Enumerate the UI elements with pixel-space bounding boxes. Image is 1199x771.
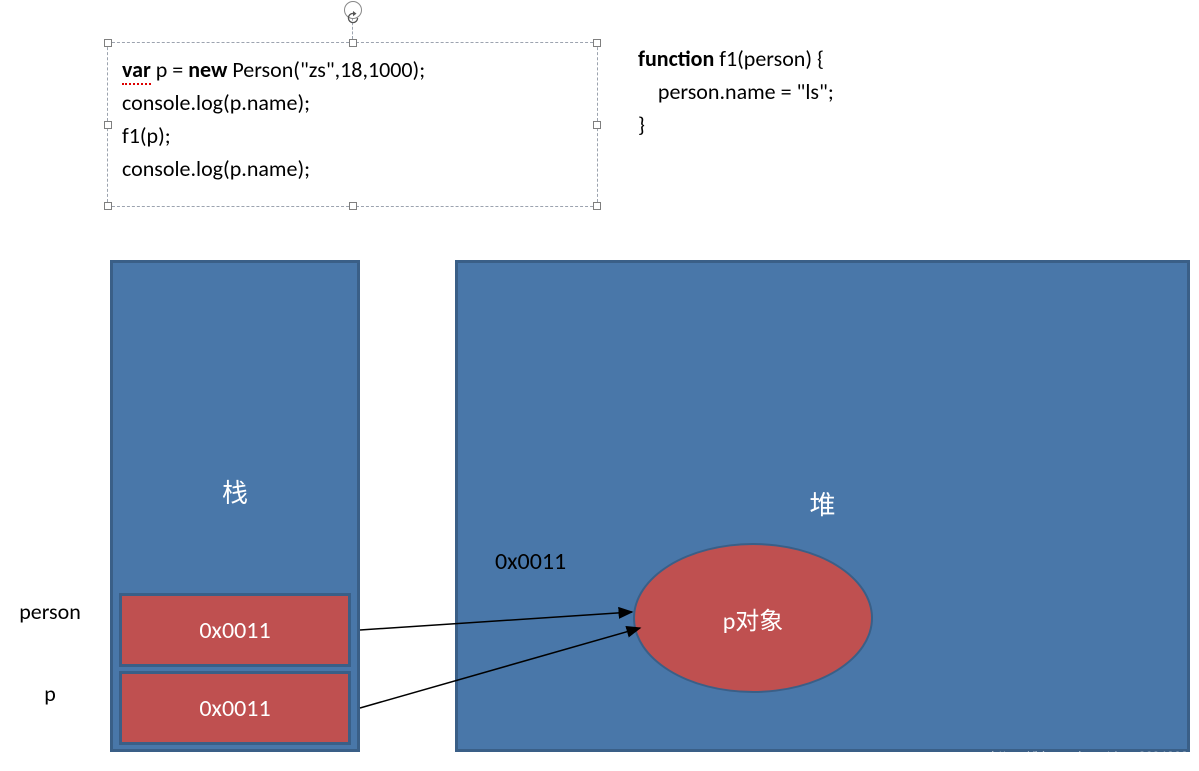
- stack-slot-person: 0x0011: [119, 593, 351, 667]
- code-block-left[interactable]: var p = new Person("zs",18,1000); consol…: [107, 42, 598, 207]
- code-line-2: person.name = "ls";: [638, 75, 834, 108]
- code-line-1: var p = new Person("zs",18,1000);: [122, 53, 583, 86]
- resize-handle-icon[interactable]: [593, 202, 601, 210]
- resize-handle-icon[interactable]: [593, 121, 601, 129]
- stack-slot-person-value: 0x0011: [199, 616, 270, 645]
- stack-label: 栈: [113, 473, 357, 510]
- resize-handle-icon[interactable]: [593, 39, 601, 47]
- resize-handle-icon[interactable]: [104, 39, 112, 47]
- code-line-3: }: [638, 108, 834, 141]
- code-line-3: f1(p);: [122, 119, 583, 152]
- resize-handle-icon[interactable]: [104, 121, 112, 129]
- keyword-var: var: [122, 56, 151, 85]
- resize-handle-icon[interactable]: [104, 202, 112, 210]
- heap-object-p: p对象: [633, 543, 873, 693]
- code-block-right: function f1(person) { person.name = "ls"…: [638, 42, 834, 141]
- stack-slot-p: 0x0011: [119, 671, 351, 745]
- code-line-4: console.log(p.name);: [122, 152, 583, 185]
- heap-label: 堆: [458, 485, 1187, 522]
- heap-memory-block: 堆 p对象: [455, 260, 1190, 752]
- stack-slot-p-value: 0x0011: [199, 694, 270, 723]
- heap-object-label: p对象: [723, 601, 784, 636]
- code-line-1: function f1(person) {: [638, 42, 834, 75]
- rotate-handle-icon[interactable]: [344, 1, 362, 19]
- heap-address-label: 0x0011: [495, 547, 566, 576]
- resize-handle-icon[interactable]: [349, 39, 357, 47]
- resize-handle-icon[interactable]: [349, 202, 357, 210]
- watermark: https://blog.csdn.net/qq_39043923: [991, 748, 1195, 765]
- variable-label-p: p: [0, 680, 100, 707]
- keyword-function: function: [638, 45, 714, 72]
- stack-memory-block: 栈 0x0011 0x0011: [110, 260, 360, 752]
- code-line-2: console.log(p.name);: [122, 86, 583, 119]
- keyword-new: new: [188, 56, 227, 83]
- variable-label-person: person: [0, 598, 100, 625]
